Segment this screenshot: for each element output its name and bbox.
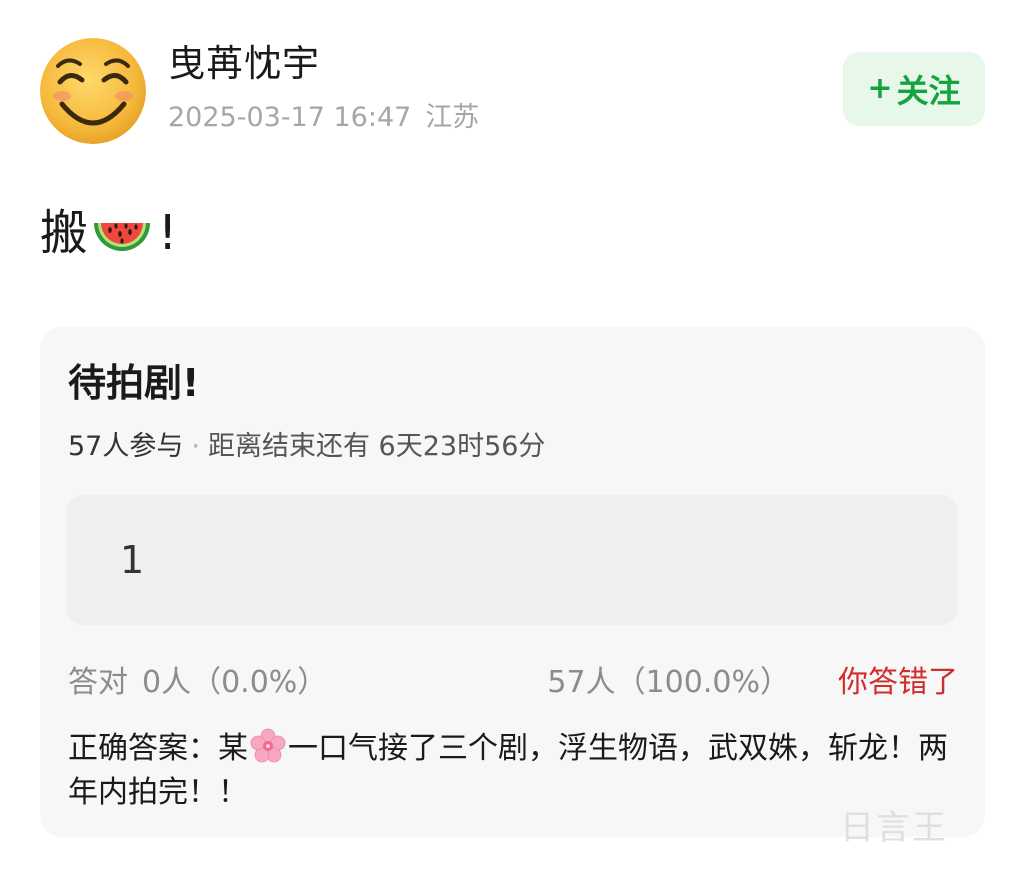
- follow-label: 关注: [896, 72, 961, 110]
- post-meta: 2025-03-17 16:47 江苏: [168, 100, 479, 136]
- poll-stats: 答对 0人（0.0%） 57人（100.0%） 你答错了: [68, 661, 958, 705]
- answer-prefix: 正确答案：某: [68, 731, 248, 766]
- username[interactable]: 曳苒忱宇: [168, 40, 320, 88]
- post-timestamp: 2025-03-17 16:47: [168, 102, 412, 133]
- smiley-face-avatar-icon: [40, 38, 146, 144]
- follow-button[interactable]: + 关注: [843, 52, 985, 126]
- poll-card: 待拍剧! 57人参与 · 距离结束还有 6天23时56分 1 答对 0人（0.0%） …: [40, 327, 985, 837]
- post-text: 搬 !: [40, 200, 177, 266]
- post-location: 江苏: [425, 102, 480, 133]
- correct-count: 0人（0.0%）: [142, 665, 328, 700]
- poll-option-text: 1: [120, 538, 145, 582]
- cherry-blossom-emoji-icon: [250, 728, 286, 764]
- post-text-suffix: !: [158, 205, 178, 261]
- answer-verdict: 你答错了: [838, 665, 958, 700]
- wrong-count: 57人（100.0%）: [547, 665, 790, 700]
- watermelon-emoji-icon: [90, 201, 154, 265]
- watermark: 日言王: [840, 808, 948, 848]
- correct-stats: 答对 0人（0.0%）: [68, 661, 327, 705]
- correct-label: 答对: [68, 665, 128, 700]
- plus-icon: +: [867, 71, 893, 106]
- poll-option[interactable]: 1: [66, 495, 958, 625]
- post-text-prefix: 搬: [40, 205, 89, 261]
- correct-answer: 正确答案：某 一口气接了三个剧，浮生物语，武双姝，斩龙！两年内拍完！！: [68, 727, 948, 815]
- avatar[interactable]: [40, 38, 146, 144]
- poll-remaining-time: 距离结束还有 6天23时56分: [207, 431, 546, 462]
- poll-participants: 57人参与: [68, 431, 184, 462]
- separator-dot: ·: [191, 431, 200, 462]
- poll-title: 待拍剧!: [68, 361, 200, 405]
- poll-meta: 57人参与 · 距离结束还有 6天23时56分: [68, 427, 545, 467]
